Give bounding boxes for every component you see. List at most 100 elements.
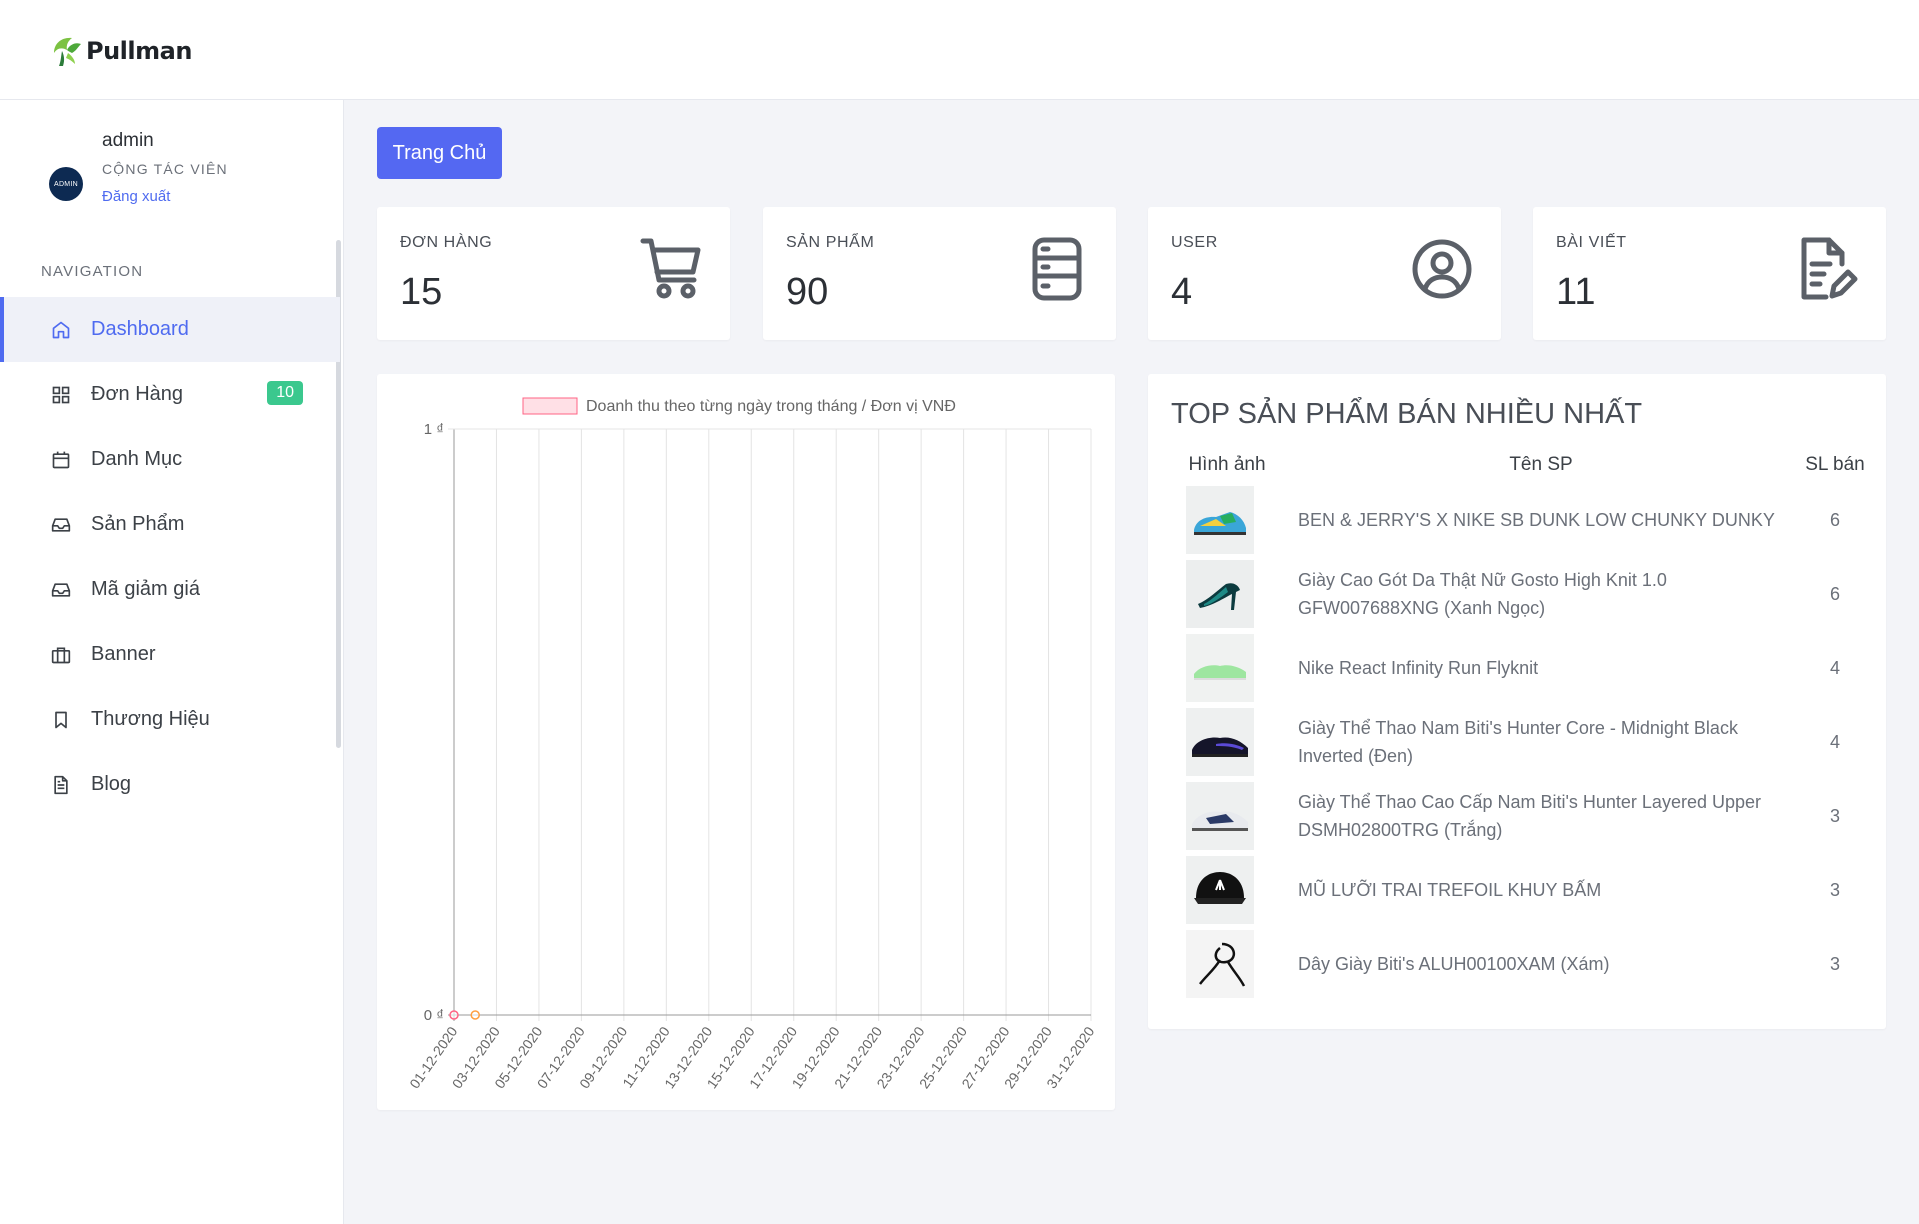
sidebar-item-coupons[interactable]: Mã giảm giá [0, 557, 340, 622]
sidebar-item-label: Đơn Hàng [91, 383, 184, 405]
bookmark-icon [50, 709, 72, 731]
orders-count-badge: 10 [267, 381, 303, 405]
table-row[interactable]: Giày Thể Thao Cao Cấp Nam Biti's Hunter … [1171, 779, 1871, 853]
product-qty: 6 [1829, 509, 1840, 530]
table-row[interactable]: MŨ LƯỠI TRAI TREFOIL KHUY BẤM 3 [1171, 853, 1871, 927]
table-row[interactable]: Giày Cao Gót Da Thật Nữ Gosto High Knit … [1171, 557, 1871, 631]
sidebar-item-label: Banner [91, 643, 156, 665]
sidebar-item-orders[interactable]: Đơn Hàng 10 [0, 362, 340, 427]
y-tick-label: 1 ₫ [424, 421, 444, 438]
product-thumbnail[interactable] [1186, 634, 1254, 702]
sidebar-item-products[interactable]: Sản Phẩm [0, 492, 340, 557]
stat-card-users[interactable]: USER 4 [1148, 207, 1501, 340]
stat-value: 11 [1556, 271, 1596, 313]
inbox-icon [50, 514, 72, 536]
brand-logo[interactable]: Pullman [48, 33, 192, 69]
stat-label: USER [1171, 234, 1218, 251]
stat-value: 15 [400, 271, 443, 313]
product-name[interactable]: Dây Giày Biti's ALUH00100XAM (Xám) [1283, 927, 1799, 1001]
sidebar-item-label: Blog [91, 773, 132, 795]
sidebar-item-label: Dashboard [91, 318, 189, 340]
product-thumbnail[interactable] [1186, 930, 1254, 998]
product-qty: 6 [1829, 583, 1840, 604]
product-qty: 4 [1829, 731, 1840, 752]
briefcase-icon [50, 644, 72, 666]
product-qty: 3 [1829, 805, 1840, 826]
product-name[interactable]: Giày Thể Thao Nam Biti's Hunter Core - M… [1283, 705, 1799, 779]
calendar-icon [50, 449, 72, 471]
product-name[interactable]: Nike React Infinity Run Flyknit [1283, 631, 1799, 705]
y-tick-label: 0 ₫ [424, 1007, 444, 1024]
pullman-logo-icon [54, 37, 81, 66]
product-qty: 4 [1829, 657, 1840, 678]
product-image-cell [1171, 705, 1283, 779]
product-thumbnail[interactable] [1186, 708, 1254, 776]
column-header-name: Tên SP [1509, 454, 1573, 475]
stat-value: 90 [786, 271, 829, 313]
sidebar-item-blog[interactable]: Blog [0, 752, 340, 817]
product-image-cell [1171, 927, 1283, 1001]
column-header-image: Hình ảnh [1188, 454, 1266, 475]
user-name: admin [102, 130, 154, 151]
top-products-table: Hình ảnh Tên SP SL bán BEN & JERRY'S X N… [1171, 454, 1871, 1001]
product-thumbnail[interactable] [1186, 782, 1254, 850]
product-name[interactable]: Giày Cao Gót Da Thật Nữ Gosto High Knit … [1283, 557, 1799, 631]
revenue-chart-card: Doanh thu theo từng ngày trong tháng / Đ… [377, 374, 1115, 1110]
product-image-cell [1171, 853, 1283, 927]
product-name[interactable]: MŨ LƯỠI TRAI TREFOIL KHUY BẤM [1283, 853, 1799, 927]
table-row[interactable]: Dây Giày Biti's ALUH00100XAM (Xám) 3 [1171, 927, 1871, 1001]
sidebar-item-banner[interactable]: Banner [0, 622, 340, 687]
product-qty: 3 [1829, 879, 1840, 900]
top-bar: Pullman [0, 0, 1919, 100]
stat-label: SẢN PHẨM [786, 234, 875, 251]
product-thumbnail[interactable] [1186, 856, 1254, 924]
sidebar-item-label: Mã giảm giá [91, 578, 200, 600]
database-icon [1032, 237, 1082, 301]
avatar[interactable]: ADMIN [49, 167, 83, 201]
product-image-cell [1171, 779, 1283, 853]
sidebar-nav: Dashboard Đơn Hàng 10 Danh Mục Sản Phẩm [0, 297, 340, 817]
top-products-card: TOP SẢN PHẨM BÁN NHIỀU NHẤT Hình ảnh Tên… [1148, 374, 1886, 1029]
product-image-cell [1171, 483, 1283, 557]
stat-label: BÀI VIẾT [1556, 234, 1627, 251]
sidebar-item-label: Sản Phẩm [91, 513, 185, 535]
data-point [470, 1010, 480, 1020]
file-text-icon [50, 774, 72, 796]
product-name[interactable]: BEN & JERRY'S X NIKE SB DUNK LOW CHUNKY … [1283, 483, 1799, 557]
cart-icon [640, 238, 701, 299]
sidebar-item-brands[interactable]: Thương Hiệu [0, 687, 340, 752]
revenue-chart: Doanh thu theo từng ngày trong tháng / Đ… [406, 397, 1098, 1091]
sidebar-item-categories[interactable]: Danh Mục [0, 427, 340, 492]
sidebar-item-label: Thương Hiệu [91, 708, 210, 730]
home-button[interactable]: Trang Chủ [377, 127, 502, 179]
stat-card-posts[interactable]: BÀI VIẾT 11 [1533, 207, 1886, 340]
product-thumbnail[interactable] [1186, 486, 1254, 554]
table-row[interactable]: Nike React Infinity Run Flyknit 4 [1171, 631, 1871, 705]
sidebar: ADMIN admin CỘNG TÁC VIÊN Đăng xuất NAVI… [0, 100, 344, 1224]
data-point [449, 1010, 459, 1020]
table-header-row: Hình ảnh Tên SP SL bán [1171, 454, 1871, 483]
sidebar-item-label: Danh Mục [91, 448, 183, 470]
logout-link[interactable]: Đăng xuất [102, 188, 170, 205]
table-row[interactable]: BEN & JERRY'S X NIKE SB DUNK LOW CHUNKY … [1171, 483, 1871, 557]
nav-heading: NAVIGATION [41, 263, 144, 280]
table-row[interactable]: Giày Thể Thao Nam Biti's Hunter Core - M… [1171, 705, 1871, 779]
top-products-body: BEN & JERRY'S X NIKE SB DUNK LOW CHUNKY … [1171, 483, 1871, 1001]
file-edit-icon [1801, 237, 1858, 300]
inbox-icon [50, 579, 72, 601]
column-header-qty: SL bán [1805, 454, 1865, 475]
product-thumbnail[interactable] [1186, 560, 1254, 628]
product-name[interactable]: Giày Thể Thao Cao Cấp Nam Biti's Hunter … [1283, 779, 1799, 853]
grid-icon [50, 384, 72, 406]
product-qty: 3 [1829, 953, 1840, 974]
top-products-title: TOP SẢN PHẨM BÁN NHIỀU NHẤT [1171, 398, 1643, 430]
stat-card-products[interactable]: SẢN PHẨM 90 [763, 207, 1116, 340]
user-circle-icon [1412, 239, 1472, 299]
stat-value: 4 [1171, 271, 1193, 313]
stat-card-orders[interactable]: ĐƠN HÀNG 15 [377, 207, 730, 340]
legend-label: Doanh thu theo từng ngày trong tháng / Đ… [586, 398, 956, 415]
product-image-cell [1171, 557, 1283, 631]
sidebar-item-dashboard[interactable]: Dashboard [0, 297, 340, 362]
product-image-cell [1171, 631, 1283, 705]
home-icon [50, 319, 72, 341]
